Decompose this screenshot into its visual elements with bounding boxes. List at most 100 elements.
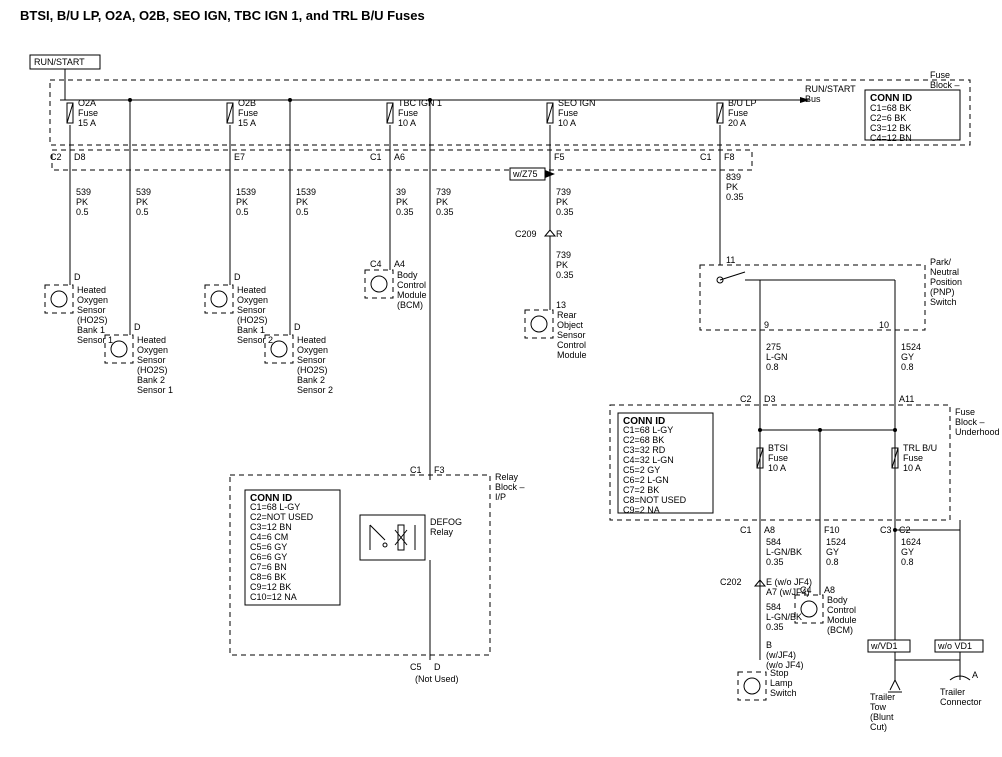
- svg-text:C3=12 BK: C3=12 BK: [870, 123, 911, 133]
- svg-text:C7=6 BN: C7=6 BN: [250, 562, 287, 572]
- svg-text:(BCM): (BCM): [827, 625, 853, 635]
- svg-text:10 A: 10 A: [398, 118, 416, 128]
- svg-text:Sensor: Sensor: [137, 355, 166, 365]
- svg-text:Fuse: Fuse: [955, 407, 975, 417]
- pin-e7: E7: [234, 152, 245, 162]
- svg-text:Fuse: Fuse: [768, 453, 788, 463]
- svg-text:0.35: 0.35: [766, 557, 784, 567]
- svg-text:Control: Control: [827, 605, 856, 615]
- svg-text:PK: PK: [76, 197, 88, 207]
- svg-text:C4=12 BN: C4=12 BN: [870, 133, 912, 143]
- svg-text:539: 539: [76, 187, 91, 197]
- pin-d-r: D: [434, 662, 441, 672]
- pin-d8: D8: [74, 152, 86, 162]
- svg-text:Fuse: Fuse: [903, 453, 923, 463]
- svg-text:Control: Control: [557, 340, 586, 350]
- pin-a8-b: A8: [824, 585, 835, 595]
- pin-f5: F5: [554, 152, 565, 162]
- svg-text:TBC IGN 1: TBC IGN 1: [398, 98, 442, 108]
- svg-text:Module: Module: [557, 350, 587, 360]
- svg-text:B/U LP: B/U LP: [728, 98, 757, 108]
- svg-text:10 A: 10 A: [558, 118, 576, 128]
- svg-text:1539: 1539: [236, 187, 256, 197]
- fuse-btsi: BTSIFuse10 A: [757, 443, 788, 473]
- pin-a11-uh: A11: [899, 394, 914, 404]
- svg-text:PK: PK: [296, 197, 308, 207]
- svg-text:0.35: 0.35: [436, 207, 454, 217]
- pin-c3-uh: C3: [880, 525, 892, 535]
- svg-text:PK: PK: [556, 197, 568, 207]
- wire-w12: 584L-GN/BK0.35: [766, 537, 802, 567]
- runstart-label: RUN/START: [34, 57, 85, 67]
- fuse-tbc: TBC IGN 1Fuse10 A: [387, 98, 442, 128]
- svg-text:Bank 2: Bank 2: [297, 375, 325, 385]
- pin-c202: C202: [720, 577, 742, 587]
- svg-text:Control: Control: [397, 280, 426, 290]
- svg-text:C10=12 NA: C10=12 NA: [250, 592, 297, 602]
- ho2s-b2s1: HeatedOxygenSensor(HO2S)Bank 2Sensor 1: [105, 335, 173, 395]
- svg-text:PK: PK: [396, 197, 408, 207]
- svg-text:C9=12 BK: C9=12 BK: [250, 582, 291, 592]
- svg-text:DEFOG: DEFOG: [430, 517, 462, 527]
- svg-text:(BCM): (BCM): [397, 300, 423, 310]
- svg-text:C8=NOT USED: C8=NOT USED: [623, 495, 687, 505]
- svg-text:Fuse: Fuse: [238, 108, 258, 118]
- pin-c5: C5: [410, 662, 422, 672]
- page-title: BTSI, B/U LP, O2A, O2B, SEO IGN, TBC IGN…: [20, 8, 425, 23]
- conn-id-ip-lines: C1=68 BKC2=6 BKC3=12 BKC4=12 BN: [870, 103, 912, 143]
- svg-text:Relay: Relay: [495, 472, 519, 482]
- svg-text:Relay: Relay: [430, 527, 454, 537]
- defog-label: DEFOGRelay: [430, 517, 462, 537]
- svg-text:C1=68 L-GY: C1=68 L-GY: [250, 502, 300, 512]
- svg-text:20 A: 20 A: [728, 118, 746, 128]
- pin-c1-r: C1: [410, 465, 422, 475]
- svg-text:Fuse: Fuse: [398, 108, 418, 118]
- pin-a4: A4: [394, 259, 405, 269]
- svg-text:0.35: 0.35: [396, 207, 414, 217]
- svg-text:Trailer: Trailer: [870, 692, 895, 702]
- fuse-trl: TRL B/UFuse10 A: [892, 443, 937, 473]
- svg-text:839: 839: [726, 172, 741, 182]
- svg-text:739: 739: [436, 187, 451, 197]
- svg-text:PK: PK: [236, 197, 248, 207]
- svg-text:(HO2S): (HO2S): [137, 365, 168, 375]
- svg-text:(HO2S): (HO2S): [237, 315, 268, 325]
- svg-text:C5=6 GY: C5=6 GY: [250, 542, 287, 552]
- svg-text:Module: Module: [397, 290, 427, 300]
- not-used: (Not Used): [415, 674, 459, 684]
- trailer-conn: TrailerConnector: [940, 687, 982, 707]
- svg-text:Bus: Bus: [805, 94, 821, 104]
- svg-text:Lamp: Lamp: [770, 678, 793, 688]
- wire-w7: 739PK0.35: [556, 187, 574, 217]
- pin-c1-b: C1: [700, 152, 712, 162]
- svg-text:10 A: 10 A: [903, 463, 921, 473]
- pin-c209: C209: [515, 229, 537, 239]
- svg-text:739: 739: [556, 187, 571, 197]
- fuse-seo: SEO IGNFuse10 A: [547, 98, 596, 128]
- svg-text:PK: PK: [556, 260, 568, 270]
- svg-text:Heated: Heated: [77, 285, 106, 295]
- svg-text:C4=32 L-GN: C4=32 L-GN: [623, 455, 674, 465]
- ho2s-b1s1: HeatedOxygenSensor(HO2S)Bank 1Sensor 1: [45, 285, 113, 345]
- pin-13: 13: [556, 300, 566, 310]
- bcm: BodyControlModule(BCM): [365, 270, 427, 310]
- svg-text:Heated: Heated: [297, 335, 326, 345]
- z75-label: w/Z75: [512, 169, 538, 179]
- svg-text:0.5: 0.5: [76, 207, 89, 217]
- svg-text:(Blunt: (Blunt: [870, 712, 894, 722]
- svg-text:C2=NOT USED: C2=NOT USED: [250, 512, 314, 522]
- wire-w14: 1524GY0.8: [826, 537, 846, 567]
- svg-text:Fuse: Fuse: [728, 108, 748, 118]
- wire-w4: 1539PK0.5: [296, 187, 316, 217]
- svg-text:0.8: 0.8: [766, 362, 779, 372]
- svg-text:0.5: 0.5: [236, 207, 249, 217]
- wire-w3: 1539PK0.5: [236, 187, 256, 217]
- pin-c2-uh: C2: [740, 394, 752, 404]
- svg-text:539: 539: [136, 187, 151, 197]
- svg-text:Body: Body: [827, 595, 848, 605]
- pin-f10: F10: [824, 525, 840, 535]
- pin-a8-uh: A8: [764, 525, 775, 535]
- svg-text:BTSI: BTSI: [768, 443, 788, 453]
- svg-text:0.5: 0.5: [296, 207, 309, 217]
- svg-text:O2A: O2A: [78, 98, 96, 108]
